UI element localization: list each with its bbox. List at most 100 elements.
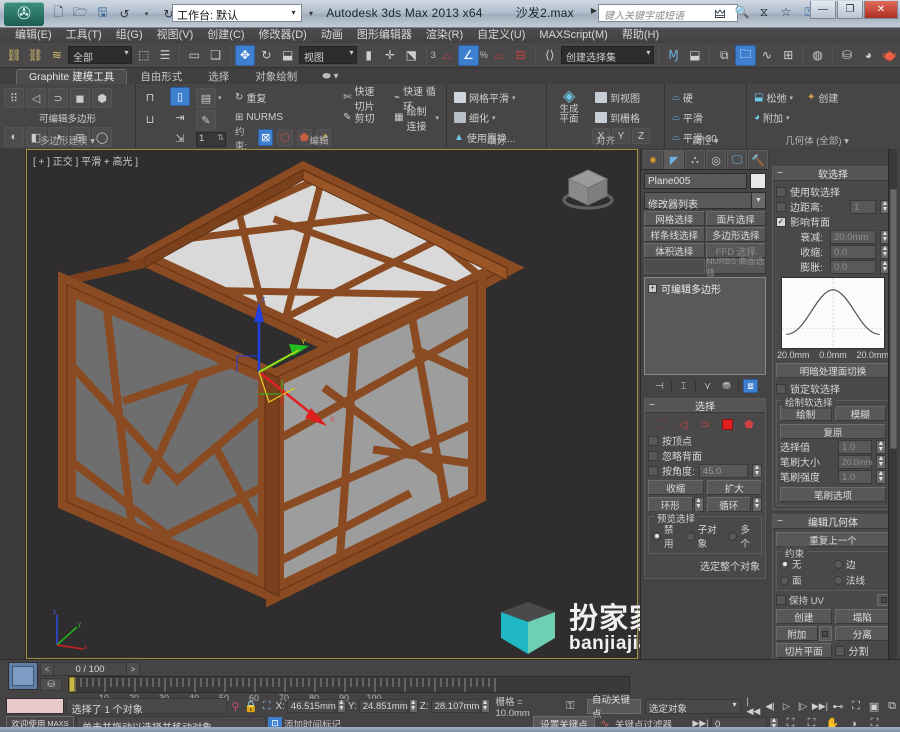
- configure-modifier-sets-icon[interactable]: ⧈: [743, 379, 758, 393]
- ring-spinner[interactable]: ▲ ▼: [693, 497, 704, 512]
- menu-tools[interactable]: 工具(T): [59, 28, 109, 43]
- edge-level-icon[interactable]: ◁: [676, 418, 691, 432]
- menu-graph-editors[interactable]: 图形编辑器: [350, 28, 419, 43]
- keyboard-shortcut-override-icon[interactable]: ⬔: [401, 45, 421, 66]
- pinch-field[interactable]: 0.0: [830, 244, 876, 259]
- menu-views[interactable]: 视图(V): [150, 28, 201, 43]
- split-checkbox[interactable]: [834, 645, 845, 656]
- collapse-button[interactable]: 塌陷: [834, 609, 890, 624]
- bubble-field[interactable]: 0.0: [830, 259, 876, 274]
- loop-spinner[interactable]: ▲ ▼: [752, 497, 762, 512]
- slice-plane-button[interactable]: 切片平面: [776, 643, 832, 658]
- by-angle-checkbox[interactable]: [648, 465, 658, 476]
- empty-modifier-slot[interactable]: [644, 259, 705, 274]
- attach-dropdown-icon[interactable]: ▾: [786, 114, 790, 122]
- prev-frame-button[interactable]: ◀|: [763, 699, 777, 714]
- percent-snap-icon[interactable]: ⌓: [489, 45, 509, 66]
- modifier-list-dropdown[interactable]: 修改器列表 ▼: [644, 192, 766, 211]
- spline-select-button[interactable]: 样条线选择: [644, 227, 705, 242]
- ribbon-minimize-icon[interactable]: ⬬ ▾: [322, 69, 338, 84]
- lock-selection-icon[interactable]: 🔒: [244, 698, 258, 714]
- cp-tab-utilities[interactable]: 🔨: [748, 150, 768, 169]
- prev-frame-arrow[interactable]: <: [40, 662, 54, 676]
- use-pivot-point-center-icon[interactable]: ▮: [358, 45, 378, 66]
- vol-select-button[interactable]: 体积选择: [644, 243, 705, 258]
- swift-loop-icon[interactable]: ▤: [196, 88, 216, 108]
- menu-modifiers[interactable]: 修改器(D): [252, 28, 314, 43]
- pin-stack-icon[interactable]: ⊣: [652, 379, 667, 393]
- rectangular-selection-region-icon[interactable]: ▭: [184, 45, 204, 66]
- toggle-scene-explorer-icon[interactable]: 🗀: [735, 44, 756, 66]
- x-coordinate-field[interactable]: 46.515mm: [286, 699, 336, 713]
- selected-object-dropdown[interactable]: 选定对象: [644, 698, 741, 715]
- panel-properties-label[interactable]: 属性 ▾: [665, 133, 746, 147]
- search-expand-icon[interactable]: ▶: [591, 6, 597, 15]
- nurbs-surface-select-button[interactable]: NURBS 曲面选择: [705, 256, 766, 278]
- use-soft-selection-row[interactable]: 使用软选择: [776, 184, 890, 199]
- bind-to-space-warp-icon[interactable]: ≋: [47, 45, 67, 66]
- by-angle-spinner[interactable]: ▲ ▼: [752, 463, 762, 478]
- lock-soft-selection-checkbox[interactable]: [776, 383, 786, 394]
- panel-geometry-all-label[interactable]: 几何体 (全部) ▾: [747, 133, 887, 147]
- set-key-mode-icon[interactable]: ⊷: [830, 698, 846, 715]
- rollout-soft-selection-header[interactable]: − 软选择: [773, 167, 893, 181]
- mesh-select-button[interactable]: 网格选择: [644, 211, 705, 226]
- affect-backfacing-checkbox[interactable]: ✓: [776, 216, 786, 227]
- edge-distance-field[interactable]: 1: [850, 199, 876, 214]
- render-production-icon[interactable]: 🫖: [879, 45, 899, 66]
- relax-dropdown-icon[interactable]: ▾: [789, 94, 793, 102]
- star-icon[interactable]: ☆: [778, 4, 794, 20]
- edge-distance-row[interactable]: 边距离: 1 ▲ ▼: [776, 199, 890, 214]
- maximize-viewport-icon[interactable]: ⧉: [884, 698, 900, 715]
- modifier-list-chevron-down-icon[interactable]: ▼: [751, 193, 765, 208]
- maximize-button[interactable]: ❐: [837, 1, 863, 19]
- attach-settings-button[interactable]: [818, 626, 832, 641]
- named-selection-set-dropdown[interactable]: 创建选择集: [560, 46, 655, 64]
- goto-start-button[interactable]: |◀◀: [747, 696, 761, 716]
- window-crossing-icon[interactable]: ❏: [205, 45, 225, 66]
- paint-connect-button[interactable]: ▦ 绘制连接 ▾: [391, 107, 442, 133]
- grow-button[interactable]: 扩大: [706, 480, 762, 495]
- menu-maxscript[interactable]: MAXScript(M): [532, 28, 614, 43]
- attach-button[interactable]: ◕ 附加 ▾: [751, 108, 796, 127]
- ignore-backfacing-row[interactable]: 忽略背面: [648, 448, 762, 463]
- edge-subobject-icon[interactable]: ◁: [26, 88, 46, 108]
- tab-graphite-modeling[interactable]: Graphite 建模工具: [16, 69, 128, 84]
- menu-customize[interactable]: 自定义(U): [470, 28, 532, 43]
- shaded-face-toggle-button[interactable]: 明暗处理面切换: [776, 363, 890, 378]
- cp-tab-display[interactable]: 🖵: [727, 150, 747, 169]
- rollout-edit-geometry-header[interactable]: − 编辑几何体: [773, 515, 893, 529]
- by-angle-row[interactable]: 按角度: 45.0 ▲ ▼: [648, 463, 762, 478]
- menu-group[interactable]: 组(G): [109, 28, 150, 43]
- y-coordinate-spinner[interactable]: ▲ ▼: [408, 699, 418, 713]
- blur-button[interactable]: 模糊: [834, 406, 886, 421]
- reference-coordinate-dropdown[interactable]: 视图: [298, 46, 358, 64]
- tessellate-button[interactable]: 细化 ▾: [451, 108, 542, 127]
- brush-strength-field[interactable]: 1.0: [838, 469, 872, 484]
- object-name-field[interactable]: Plane005: [644, 173, 747, 189]
- select-and-move-icon[interactable]: ✥: [234, 44, 256, 66]
- revert-button[interactable]: 复原: [780, 424, 886, 439]
- edit-geometry-collapse-icon[interactable]: −: [773, 516, 787, 527]
- constraint-edge-radio[interactable]: 边: [834, 557, 886, 571]
- frame-display[interactable]: 0 / 100: [54, 662, 126, 676]
- attach-geometry-button[interactable]: 附加: [776, 626, 818, 641]
- tessellate-dropdown-icon[interactable]: ▾: [492, 114, 496, 122]
- key-icon[interactable]: ⚿: [564, 698, 577, 714]
- viewport-perspective[interactable]: [ + ] 正交 ] 平滑 + 高光 ] Z X Y z y x: [26, 149, 638, 659]
- select-by-name-icon[interactable]: ☰: [155, 45, 175, 66]
- mesh-smooth-dropdown-icon[interactable]: ▾: [512, 94, 516, 102]
- z-coordinate-spinner[interactable]: ▲ ▼: [480, 699, 490, 713]
- pin-stack-status-icon[interactable]: ⚲: [229, 698, 242, 714]
- zoom-region-icon[interactable]: ▣: [866, 698, 882, 715]
- element-level-icon[interactable]: ⬟: [742, 418, 757, 432]
- hide-selected-icon[interactable]: ⇥: [170, 108, 190, 127]
- constrain-icon[interactable]: ⊔: [140, 109, 160, 129]
- align-to-view-button[interactable]: 到视图: [592, 88, 650, 107]
- minimize-button[interactable]: —: [810, 1, 836, 19]
- y-coordinate-field[interactable]: 24.851mm: [358, 699, 408, 713]
- selection-value-field[interactable]: 1.0: [838, 439, 872, 454]
- hard-button[interactable]: ⌓ 硬: [669, 88, 742, 107]
- cp-tab-motion[interactable]: ◎: [706, 150, 726, 169]
- menu-edit[interactable]: 编辑(E): [8, 28, 59, 43]
